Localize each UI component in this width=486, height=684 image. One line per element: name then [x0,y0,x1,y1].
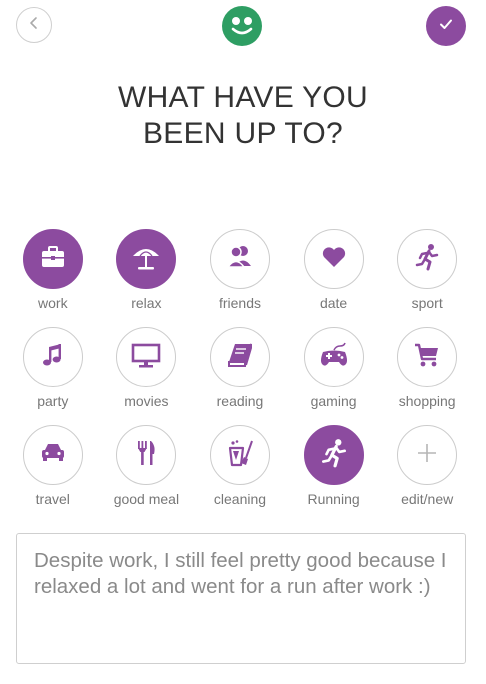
top-bar [0,0,486,54]
activity-button[interactable] [303,327,364,387]
note-textarea[interactable]: Despite work, I still feel pretty good b… [16,533,466,664]
fork-knife-icon [131,438,161,473]
activity-running[interactable]: Running [287,425,381,507]
cart-icon [412,340,442,375]
activity-button[interactable] [303,425,364,485]
title-line-2: BEEN UP TO? [142,117,344,150]
activity-cleaning[interactable]: cleaning [193,425,287,507]
activity-label: Running [307,491,360,507]
activity-reading[interactable]: reading [193,327,287,409]
add-activity-button[interactable] [397,425,458,485]
activity-button[interactable] [397,229,458,289]
confirm-button[interactable] [426,6,466,46]
activity-button[interactable] [209,425,270,485]
back-button[interactable] [16,7,52,43]
activity-button[interactable] [22,327,83,387]
tv-icon [130,340,162,375]
runner-icon [318,437,350,474]
activity-label: date [319,295,348,311]
activity-label: cleaning [213,491,267,507]
activity-label: friends [218,295,261,311]
activity-gaming[interactable]: gaming [287,327,381,409]
activity-button[interactable] [397,327,458,387]
title-line-1: WHAT HAVE YOU [117,81,369,114]
activity-shopping[interactable]: shopping [380,327,474,409]
people-icon [225,242,255,277]
app-logo [222,6,262,46]
smiley-face-icon [222,17,262,50]
activity-sport[interactable]: sport [380,229,474,311]
activity-label: edit/new [401,491,454,507]
activity-button[interactable] [116,327,177,387]
activity-button[interactable] [22,229,83,289]
activity-label: reading [216,393,264,409]
chevron-left-icon [27,16,41,35]
activity-label: travel [35,491,70,507]
activity-label: shopping [398,393,456,409]
activity-date[interactable]: date [287,229,381,311]
activity-button[interactable] [209,327,270,387]
activity-button[interactable] [116,425,177,485]
briefcase-icon [38,242,68,277]
activity-label: sport [411,295,443,311]
cleaning-bucket-icon [225,438,255,473]
activity-label: relax [131,295,162,311]
activity-friends[interactable]: friends [193,229,287,311]
activity-button[interactable] [116,229,177,289]
activity-label: gaming [310,393,357,409]
activity-grid: work relax friends date sport party movi… [6,229,474,507]
activity-label: party [37,393,69,409]
check-icon [438,16,454,37]
activity-button[interactable] [22,425,83,485]
activity-edit-new[interactable]: edit/new [380,425,474,507]
activity-label: movies [124,393,169,409]
activity-label: work [38,295,68,311]
page-title: WHAT HAVE YOU BEEN UP TO? [0,80,486,152]
car-icon [38,438,68,473]
activity-button[interactable] [303,229,364,289]
beach-umbrella-icon [130,241,162,278]
activity-movies[interactable]: movies [100,327,194,409]
activity-travel[interactable]: travel [6,425,100,507]
activity-label: good meal [113,491,180,507]
activity-good-meal[interactable]: good meal [100,425,194,507]
book-icon [225,340,255,375]
activity-work[interactable]: work [6,229,100,311]
activity-party[interactable]: party [6,327,100,409]
gamepad-icon [318,340,350,375]
heart-icon [320,243,348,276]
plus-icon [415,441,439,470]
activity-relax[interactable]: relax [100,229,194,311]
runner-icon [412,242,442,277]
music-note-icon [38,340,68,375]
activity-button[interactable] [209,229,270,289]
